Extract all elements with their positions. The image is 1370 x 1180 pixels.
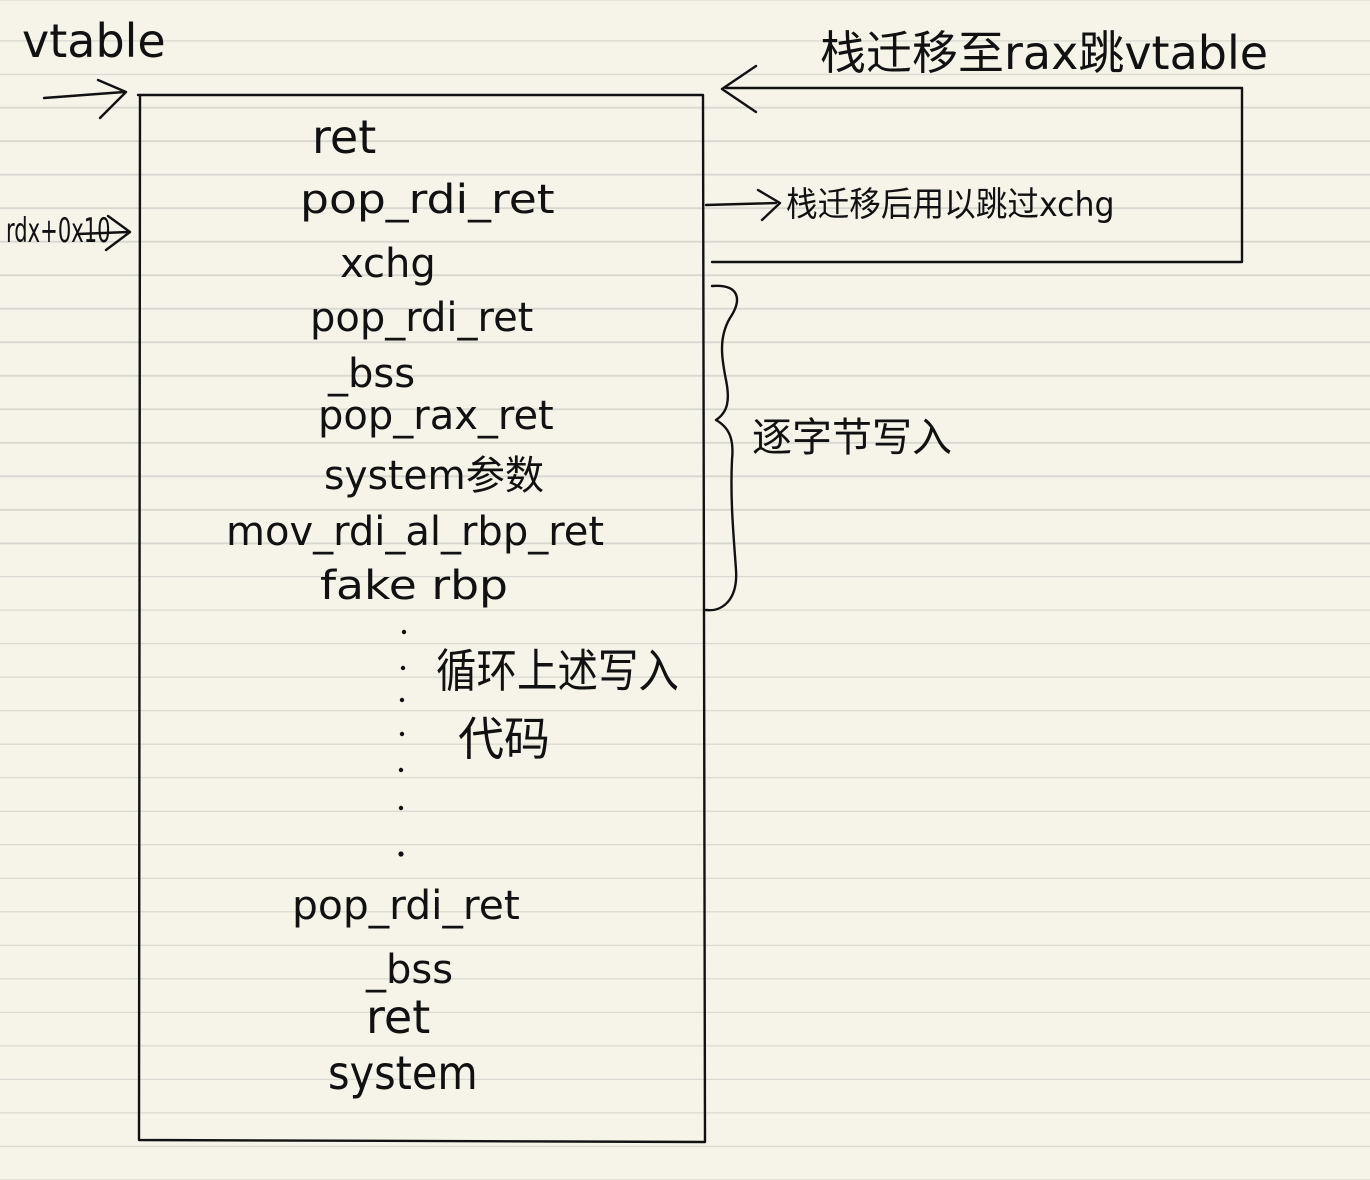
loop-note-line1: 循环上述写入 — [436, 644, 679, 698]
write-brace — [704, 284, 739, 612]
vtable-arrow — [42, 78, 128, 120]
stack-entry: pop_rdi_ret — [292, 883, 520, 929]
brace-note: 逐字节写入 — [752, 415, 952, 461]
diagram-lines — [42, 64, 1244, 1144]
stack-entry: pop_rax_ret — [318, 393, 554, 439]
stack-entry: ret — [312, 110, 377, 164]
vtable-label: vtable — [22, 14, 166, 68]
stack-entry: system — [328, 1046, 478, 1100]
rdx-pointer-label: rdx+0x10 — [6, 211, 111, 251]
stack-entry: _bss — [328, 351, 416, 397]
stack-entry: pop_rdi_ret — [310, 295, 534, 341]
stack-entry: system参数 — [324, 453, 545, 499]
skip-xchg-note: 栈迁移后用以跳过xchg — [786, 185, 1115, 225]
stack-entry: _bss — [366, 947, 454, 993]
stack-entry: pop_rdi_ret — [300, 177, 555, 223]
continuation-dots — [398, 629, 407, 857]
stack-entry: ret — [366, 990, 431, 1044]
pivot-return-arrow — [710, 64, 1244, 264]
stack-entry: fake rbp — [320, 563, 508, 609]
stack-entry: mov_rdi_al_rbp_ret — [226, 509, 605, 555]
stack-entry: xchg — [340, 241, 436, 287]
pivot-note: 栈迁移至rax跳vtable — [820, 26, 1269, 80]
loop-note-line2: 代码 — [458, 712, 550, 766]
skip-xchg-arrow — [704, 188, 782, 222]
